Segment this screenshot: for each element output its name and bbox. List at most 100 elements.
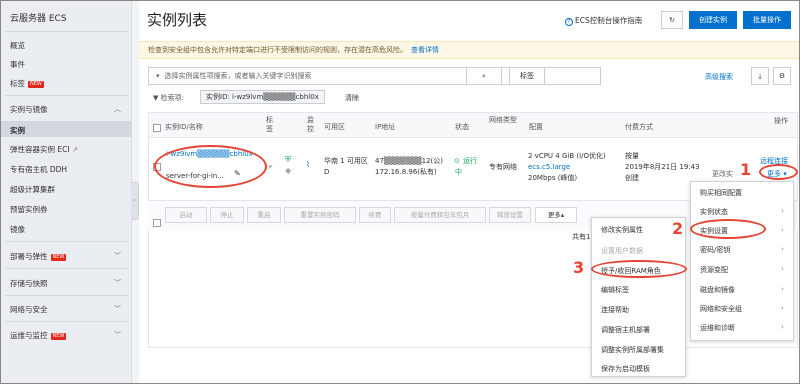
sidebar: 云服务器 ECS 概览 事件 标签 NEW 实例与镜像 ︿ 实例 弹性容器实例 E…: [1, 1, 132, 383]
chevron-right-icon: ›: [781, 226, 784, 234]
sidebar-group-instances-images[interactable]: 实例与镜像: [10, 104, 48, 115]
col-header-zone: 可用区: [324, 123, 345, 131]
reset-password-button[interactable]: 重置实例密码: [284, 207, 356, 223]
menu-item-instance-status[interactable]: 实例状态: [700, 207, 728, 217]
sidebar-item-eci[interactable]: 弹性容器实例 ECI ↗: [10, 144, 78, 155]
release-setting-button[interactable]: 释放设置: [489, 207, 531, 223]
external-link-icon: ↗: [71, 145, 79, 154]
monitor-chart-icon[interactable]: ⌇: [306, 160, 310, 169]
sidebar-collapse-handle[interactable]: ‹: [131, 182, 139, 220]
refresh-button[interactable]: ↻: [661, 11, 683, 29]
settings-button[interactable]: ⚙: [773, 67, 791, 85]
chevron-right-icon: ›: [781, 207, 784, 215]
guide-link[interactable]: ? ECS控制台操作指南: [565, 15, 642, 26]
export-icon: ⤓: [758, 72, 762, 80]
menu-item-user-data[interactable]: 设置用户数据: [601, 246, 643, 256]
col-header-monitor: 监控: [307, 116, 314, 133]
divider: [5, 268, 129, 269]
menu-item-save-template[interactable]: 保存为启动模板: [601, 364, 650, 374]
highlight-ram-ellipse: [591, 260, 687, 278]
sidebar-group-deploy[interactable]: 部署与弹性 NEW: [10, 251, 67, 262]
tag-filter-button[interactable]: 标签: [509, 67, 545, 85]
chevron-down-icon: ﹀: [114, 252, 121, 260]
network-type: 专有网络: [489, 163, 517, 171]
menu-item-edit-tags[interactable]: 编辑标签: [601, 285, 629, 295]
sidebar-item-images[interactable]: 镜像: [10, 224, 25, 235]
bulk-checkbox[interactable]: [153, 219, 161, 227]
menu-item-modify-attributes[interactable]: 修改实例属性: [601, 225, 643, 235]
sidebar-group-network[interactable]: 网络与安全: [10, 304, 48, 315]
sidebar-item-overview[interactable]: 概览: [10, 40, 25, 51]
status-line1: 运行: [463, 157, 477, 165]
menu-item-password-key[interactable]: 密码/密钥: [700, 245, 730, 255]
clear-filter-link[interactable]: 清除: [345, 93, 359, 103]
col-header-billing: 付费方式: [625, 123, 653, 131]
zone-line2: D: [324, 168, 330, 176]
sidebar-item-events[interactable]: 事件: [10, 59, 25, 70]
sidebar-item-label: 弹性容器实例 ECI: [10, 145, 70, 154]
annotation-step-3: 3: [573, 258, 585, 277]
sidebar-title: 云服务器 ECS: [10, 14, 67, 24]
sidebar-item-label: 标签: [10, 79, 25, 88]
sidebar-item-tags[interactable]: 标签 NEW: [10, 78, 44, 89]
filter-chip[interactable]: 实例ID: i-wz9ivm▒▒▒▒▒▒cbhl0x: [200, 90, 325, 104]
divider: [5, 95, 129, 96]
divider: [5, 31, 129, 32]
menu-item-ops-diagnosis[interactable]: 运维和诊断: [700, 323, 735, 333]
chevron-up-icon: ︿: [114, 105, 121, 113]
chevron-down-icon: ﹀: [114, 331, 121, 339]
tag-icon[interactable]: ⌖: [268, 162, 273, 172]
advanced-search-link[interactable]: 高级搜索: [705, 72, 733, 82]
search-button[interactable]: ⌕: [466, 67, 502, 85]
filter-icon: ▼: [153, 94, 161, 102]
export-button[interactable]: ⤓: [751, 67, 769, 85]
restart-button[interactable]: 重启: [247, 207, 281, 223]
col-header-ops: 操作: [774, 117, 788, 125]
created-time: 2019年8月21日 19:43: [625, 163, 700, 171]
created-label: 创建: [625, 174, 639, 182]
menu-item-disk-image[interactable]: 磁盘和镜像: [700, 285, 735, 295]
renew-button[interactable]: 续费: [359, 207, 391, 223]
sidebar-item-ddh[interactable]: 专有宿主机 DDH: [10, 164, 67, 175]
view-details-link[interactable]: 查看详情: [411, 46, 439, 54]
select-all-checkbox[interactable]: [153, 124, 161, 132]
stop-button[interactable]: 停止: [210, 207, 244, 223]
sidebar-item-reserved[interactable]: 预留实例券: [10, 204, 48, 215]
annotation-step-2: 2: [672, 219, 684, 238]
bulk-action-button[interactable]: 批量操作: [743, 11, 791, 29]
start-button[interactable]: 启动: [165, 207, 207, 223]
convert-billing-button[interactable]: 按量付费转包年包月: [394, 207, 486, 223]
private-ip: 172.16.8.96(私有): [375, 168, 437, 176]
help-icon: ?: [565, 18, 573, 26]
col-header-id: 实例ID/名称: [165, 123, 203, 131]
instance-type-link[interactable]: ecs.c5.large: [528, 162, 570, 172]
menu-item-network-security[interactable]: 网络和安全组: [700, 304, 742, 314]
cube-icon: ◈: [285, 166, 292, 175]
menu-item-adjust-deployment-set[interactable]: 调整实例所属部署集: [601, 345, 664, 355]
sidebar-item-instance[interactable]: 实例: [10, 125, 25, 136]
menu-item-resize[interactable]: 资源变配: [700, 265, 728, 275]
col-header-network: 网络类型: [489, 116, 517, 124]
total-count: 共有1: [572, 233, 591, 241]
sidebar-item-label: 运维与监控: [10, 331, 48, 340]
divider: [5, 321, 129, 322]
bulk-more-button[interactable]: 更多▴: [535, 207, 577, 223]
refresh-icon: ↻: [669, 16, 675, 24]
chevron-down-icon: ﹀: [114, 305, 121, 313]
menu-item-adjust-host[interactable]: 调整宿主机部署: [601, 325, 650, 335]
change-instance-link[interactable]: 更改实: [712, 169, 733, 179]
col-header-ip: IP地址: [375, 123, 396, 131]
sidebar-item-scc[interactable]: 超级计算集群: [10, 184, 55, 195]
menu-item-connect-help[interactable]: 连接帮助: [601, 305, 629, 315]
page-title: 实例列表: [147, 11, 208, 29]
sidebar-group-ops[interactable]: 运维与监控 NEW: [10, 330, 67, 341]
running-status-icon: ⊙: [454, 157, 460, 165]
create-instance-button[interactable]: 创建实例: [689, 11, 737, 29]
sidebar-group-storage[interactable]: 存储与快照: [10, 278, 48, 289]
zone-line1: 华南 1 可用区: [324, 157, 368, 165]
bandwidth: 20Mbps (峰值): [528, 174, 578, 182]
divider: [5, 241, 129, 242]
new-badge: NEW: [50, 253, 67, 261]
menu-item-buy-same[interactable]: 购买相同配置: [700, 188, 742, 198]
annotation-step-1: 1: [740, 160, 752, 179]
